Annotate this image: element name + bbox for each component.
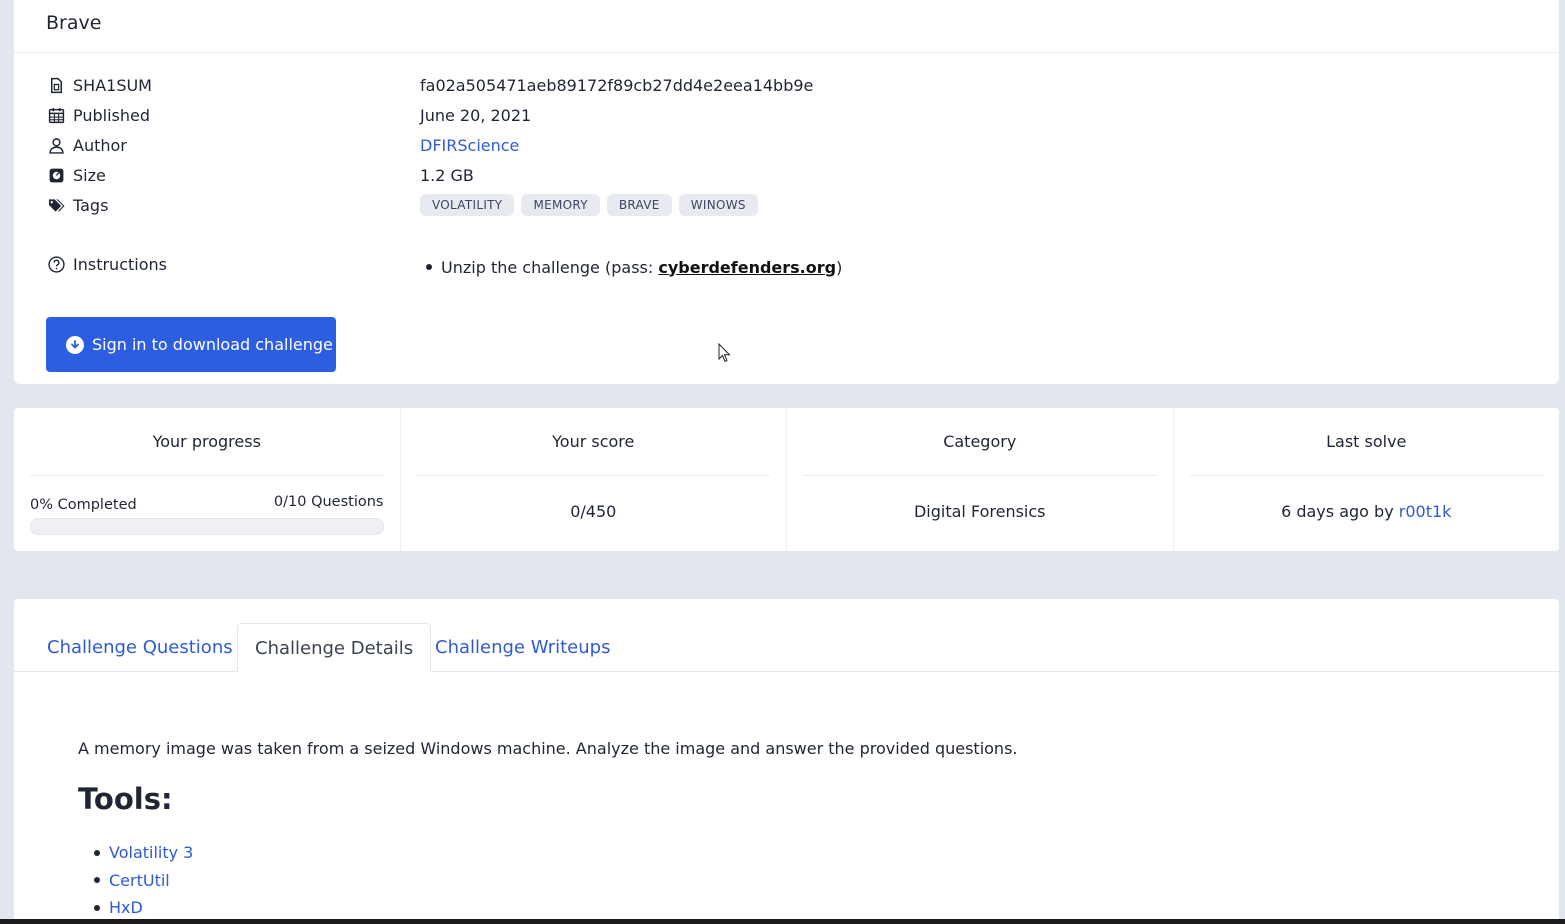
instructions-prefix: Unzip the challenge (pass: bbox=[441, 257, 659, 277]
tag[interactable]: WINOWS bbox=[678, 194, 758, 216]
sha1-label: SHA1SUM bbox=[73, 75, 152, 95]
stat-progress: Your progress 0% Completed 0/10 Question… bbox=[14, 408, 401, 551]
stat-score: Your score 0/450 bbox=[401, 408, 787, 551]
list-item: HxD bbox=[94, 894, 193, 922]
question-circle-icon bbox=[48, 255, 65, 273]
tool-link-certutil[interactable]: CertUtil bbox=[109, 871, 170, 890]
bullet bbox=[426, 264, 432, 270]
bullet bbox=[94, 877, 100, 884]
download-button-label: Sign in to download challenge bbox=[92, 335, 333, 354]
published-label: Published bbox=[73, 105, 151, 125]
tools-list: Volatility 3 CertUtil HxD bbox=[94, 839, 193, 922]
category-title: Category bbox=[803, 432, 1157, 476]
stat-last-solve: Last solve 6 days ago by r00t1k bbox=[1174, 408, 1560, 551]
progress-completed: 0% Completed bbox=[30, 497, 137, 513]
instructions-list: Unzip the challenge (pass: cyberdefender… bbox=[420, 255, 842, 279]
progress-questions: 0/10 Questions bbox=[273, 494, 384, 510]
scale-icon bbox=[49, 168, 64, 182]
instructions-suffix: ) bbox=[836, 257, 843, 277]
last-solve-value: 6 days ago by r00t1k bbox=[1174, 502, 1560, 521]
list-item: Volatility 3 bbox=[94, 839, 193, 867]
meta-row-published: Published June 20, 2021 bbox=[48, 103, 531, 127]
stat-category: Category Digital Forensics bbox=[787, 408, 1174, 551]
tags-list: VOLATILITY MEMORY BRAVE WINOWS bbox=[420, 193, 765, 217]
published-value: June 20, 2021 bbox=[420, 105, 532, 125]
meta-row-size: Size 1.2 GB bbox=[48, 163, 474, 187]
list-item: CertUtil bbox=[94, 867, 193, 895]
last-solve-title: Last solve bbox=[1189, 432, 1543, 476]
bullet bbox=[94, 849, 100, 856]
challenge-tabs-card: Challenge Questions Challenge Details Ch… bbox=[14, 599, 1559, 924]
tag[interactable]: VOLATILITY bbox=[420, 194, 515, 216]
tags-icon bbox=[48, 198, 65, 212]
score-title: Your score bbox=[416, 432, 770, 476]
progress-bar bbox=[30, 518, 384, 535]
meta-row-sha1: SHA1SUM fa02a505471aeb89172f89cb27dd4e2e… bbox=[48, 73, 813, 97]
meta-row-instructions: Instructions Unzip the challenge (pass: … bbox=[48, 252, 842, 277]
user-icon bbox=[49, 137, 64, 154]
tags-label: Tags bbox=[73, 195, 109, 215]
instructions-label: Instructions bbox=[73, 254, 167, 274]
tab-challenge-questions[interactable]: Challenge Questions bbox=[30, 623, 250, 672]
meta-row-author: Author DFIRScience bbox=[48, 133, 519, 157]
tab-challenge-writeups[interactable]: Challenge Writeups bbox=[418, 623, 627, 672]
challenge-info-card: Brave SHA1SUM fa02a505471aeb89172f89cb27… bbox=[14, 0, 1559, 384]
meta-row-tags: Tags VOLATILITY MEMORY BRAVE WINOWS bbox=[48, 193, 758, 217]
progress-title: Your progress bbox=[30, 432, 384, 476]
author-link[interactable]: DFIRScience bbox=[420, 133, 519, 157]
last-solve-user-link[interactable]: r00t1k bbox=[1399, 502, 1452, 521]
meta-label-sha1: SHA1SUM bbox=[48, 76, 152, 95]
author-label: Author bbox=[73, 135, 127, 155]
calendar-icon bbox=[48, 107, 65, 123]
tool-link-volatility[interactable]: Volatility 3 bbox=[109, 843, 193, 862]
category-value: Digital Forensics bbox=[913, 502, 1046, 521]
download-icon bbox=[66, 335, 84, 354]
bullet bbox=[94, 904, 100, 911]
tab-bar: Challenge Questions Challenge Details Ch… bbox=[14, 623, 1559, 673]
file-icon bbox=[50, 77, 63, 93]
download-button[interactable]: Sign in to download challenge bbox=[46, 317, 336, 372]
score-value: 0/450 bbox=[570, 502, 617, 521]
challenge-description: A memory image was taken from a seized W… bbox=[78, 739, 1018, 758]
size-value: 1.2 GB bbox=[420, 165, 474, 185]
tab-challenge-details[interactable]: Challenge Details bbox=[237, 623, 432, 673]
tag[interactable]: BRAVE bbox=[606, 194, 672, 216]
tool-link-hxd[interactable]: HxD bbox=[109, 898, 143, 917]
challenge-title: Brave bbox=[46, 12, 102, 34]
taskbar-edge bbox=[0, 919, 1565, 924]
tag[interactable]: MEMORY bbox=[521, 194, 600, 216]
last-solve-text: 6 days ago by bbox=[1281, 502, 1394, 521]
sha1-value: fa02a505471aeb89172f89cb27dd4e2eea14bb9e bbox=[420, 75, 814, 95]
size-label: Size bbox=[73, 165, 106, 185]
stats-card: Your progress 0% Completed 0/10 Question… bbox=[14, 408, 1559, 551]
password-link[interactable]: cyberdefenders.org bbox=[658, 258, 836, 277]
mouse-cursor-icon bbox=[718, 343, 731, 363]
tools-heading: Tools: bbox=[78, 782, 173, 816]
divider bbox=[14, 52, 1559, 53]
